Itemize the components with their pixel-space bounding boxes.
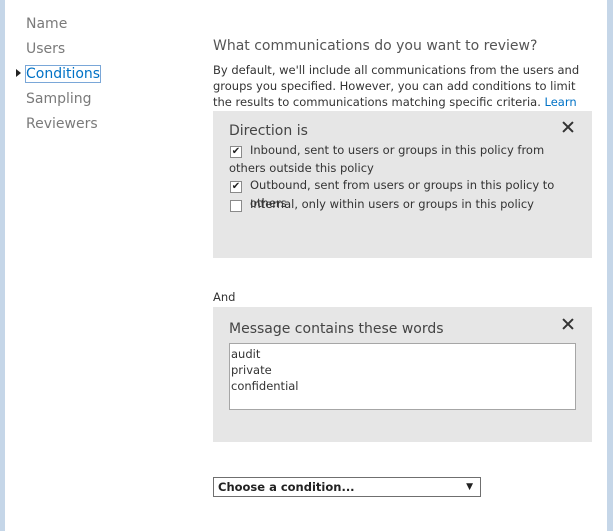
current-step-caret-icon: [16, 69, 21, 77]
window-frame-left: [0, 0, 5, 531]
description-text: By default, we'll include all communicat…: [213, 63, 580, 109]
choose-condition-select[interactable]: Choose a condition... ▼: [213, 477, 481, 497]
words-textarea[interactable]: audit private confidential: [229, 343, 576, 410]
nav-item-sampling[interactable]: Sampling: [26, 88, 101, 113]
internal-option-label: Internal, only within users or groups in…: [250, 197, 534, 211]
nav-item-label: Reviewers: [26, 116, 98, 132]
word-entry: confidential: [231, 379, 299, 393]
outbound-checkbox[interactable]: ✔: [230, 181, 242, 193]
close-icon[interactable]: [562, 121, 574, 133]
word-entry: audit: [231, 347, 261, 361]
nav-item-label: Conditions: [25, 65, 102, 83]
dropdown-arrow-icon: ▼: [466, 482, 473, 492]
nav-item-conditions[interactable]: Conditions: [16, 63, 102, 88]
close-icon[interactable]: [562, 318, 574, 330]
window-frame-right: [607, 0, 613, 531]
word-entry: private: [231, 363, 272, 377]
nav-item-users[interactable]: Users: [26, 38, 101, 63]
internal-checkbox[interactable]: [230, 200, 242, 212]
nav-item-reviewers[interactable]: Reviewers: [26, 113, 101, 138]
direction-panel-title: Direction is: [229, 123, 308, 139]
words-condition-panel: Message contains these words audit priva…: [213, 307, 592, 442]
direction-condition-panel: Direction is ✔ Inbound, sent to users or…: [213, 111, 592, 258]
nav-item-label: Users: [26, 41, 66, 57]
select-value: Choose a condition...: [218, 480, 355, 494]
page-question: What communications do you want to revie…: [213, 38, 538, 54]
inbound-option-label: Inbound, sent to users or groups in this…: [229, 143, 545, 175]
wizard-nav: Name Users Conditions Sampling Reviewers: [16, 13, 102, 138]
nav-item-label: Sampling: [26, 91, 92, 107]
nav-item-name[interactable]: Name: [26, 13, 101, 38]
nav-item-label: Name: [26, 16, 68, 32]
words-panel-title: Message contains these words: [229, 321, 444, 337]
and-connector-label: And: [213, 290, 236, 304]
